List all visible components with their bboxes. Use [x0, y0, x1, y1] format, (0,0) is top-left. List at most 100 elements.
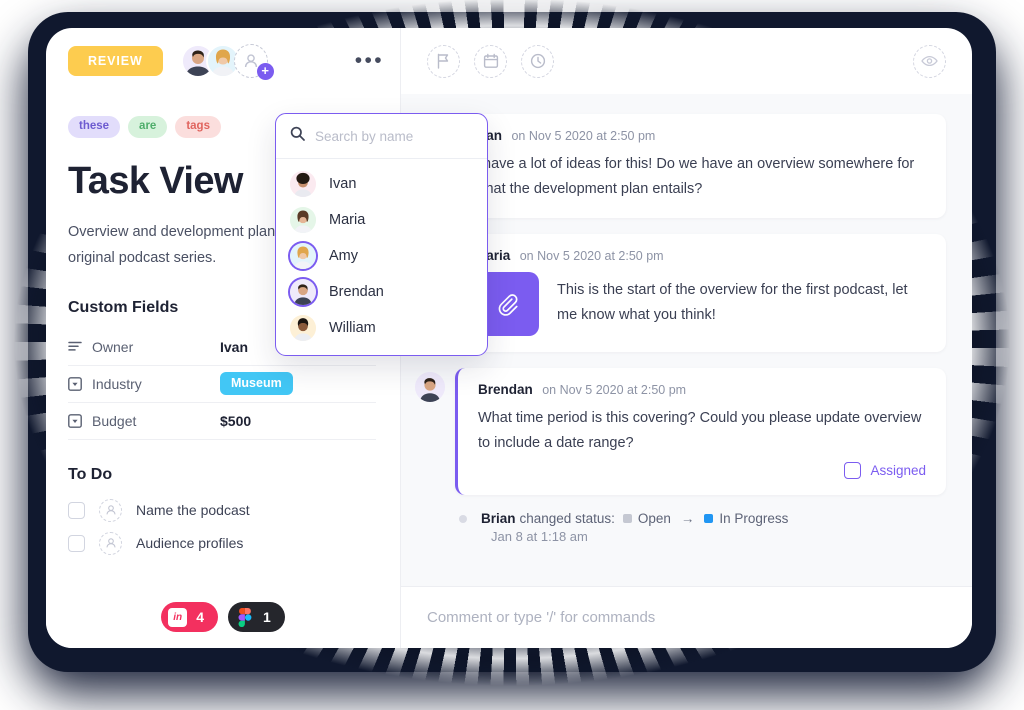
- todo-item[interactable]: Audience profiles: [68, 527, 376, 560]
- activity-dot-icon: [459, 514, 467, 523]
- person-outline-icon: [244, 54, 257, 68]
- dropdown-icon: [68, 413, 92, 428]
- activity-entry: Brian changed status: Open → In Progress…: [415, 511, 946, 544]
- assignee-option-ivan[interactable]: Ivan: [276, 166, 487, 202]
- comment-bubble: Maria on Nov 5 2020 at 2:50 pm This is t…: [455, 234, 946, 352]
- search-icon: [290, 126, 305, 146]
- comment-bubble: Ivan on Nov 5 2020 at 2:50 pm I have a l…: [455, 114, 946, 218]
- assigned-checkbox[interactable]: [844, 462, 862, 479]
- comment-item: Ivan on Nov 5 2020 at 2:50 pm I have a l…: [415, 114, 946, 218]
- activity-action: changed status:: [519, 511, 615, 526]
- comment-item: Maria on Nov 5 2020 at 2:50 pm This is t…: [415, 234, 946, 352]
- avatar-selected: [290, 243, 316, 269]
- assignee-option-maria[interactable]: Maria: [276, 202, 487, 238]
- list-icon: [68, 341, 92, 353]
- invision-icon: in: [168, 607, 188, 627]
- assignee-option-label: Ivan: [329, 176, 357, 192]
- todo-item[interactable]: Name the podcast: [68, 494, 376, 527]
- comment-composer: [400, 586, 972, 648]
- review-status-button[interactable]: REVIEW: [68, 45, 163, 77]
- invision-badge[interactable]: in 4: [161, 602, 218, 632]
- assignee-option-amy[interactable]: Amy: [276, 238, 487, 274]
- comment-attachment-row: This is the start of the overview for th…: [475, 272, 926, 336]
- industry-pill[interactable]: Museum: [220, 372, 293, 395]
- custom-field-value: Ivan: [220, 338, 249, 355]
- custom-field-label: Owner: [92, 338, 134, 355]
- activity-actor: Brian: [481, 511, 516, 526]
- assignee-option-list: Ivan Maria Amy Brendan William: [276, 159, 487, 355]
- custom-field-row-budget[interactable]: Budget $500: [68, 403, 376, 440]
- custom-field-label: Industry: [92, 375, 142, 392]
- top-bar-right: [400, 28, 972, 94]
- activity-from-status: Open: [637, 511, 671, 526]
- tag-chip[interactable]: are: [128, 116, 168, 138]
- assignee-option-brendan[interactable]: Brendan: [276, 274, 487, 310]
- assignee-option-william[interactable]: William: [276, 310, 487, 346]
- comment-header: Brendan on Nov 5 2020 at 2:50 pm: [478, 381, 926, 399]
- figma-badge[interactable]: 1: [228, 602, 285, 632]
- custom-field-label: Budget: [92, 412, 137, 429]
- avatar[interactable]: [415, 372, 445, 402]
- plus-icon: +: [256, 63, 274, 80]
- comment-item: Brendan on Nov 5 2020 at 2:50 pm What ti…: [415, 368, 946, 495]
- status-from-color: [622, 514, 632, 523]
- task-view-card: REVIEW + ••• these are tags Task View Ov…: [46, 28, 972, 648]
- custom-field-value: $500: [220, 412, 252, 429]
- dropdown-icon: [68, 376, 92, 391]
- assignee-avatar-stack: +: [180, 44, 274, 80]
- content-body: these are tags Task View Overview and de…: [46, 94, 972, 586]
- assignee-placeholder-icon[interactable]: [99, 498, 122, 522]
- assignee-placeholder-icon[interactable]: [99, 531, 122, 555]
- avatar-selected: [290, 279, 316, 305]
- flag-icon[interactable]: [427, 44, 460, 78]
- avatar: [290, 207, 316, 233]
- assignee-option-label: Amy: [329, 248, 358, 264]
- top-bar-left: REVIEW + •••: [46, 28, 400, 94]
- comment-timestamp: on Nov 5 2020 at 2:50 pm: [511, 129, 656, 143]
- invision-count: 4: [196, 609, 204, 625]
- todo-checkbox[interactable]: [68, 534, 85, 552]
- bottom-bar: in 4 1: [46, 586, 972, 648]
- comment-bubble-highlighted: Brendan on Nov 5 2020 at 2:50 pm What ti…: [455, 368, 946, 495]
- comment-header: Maria on Nov 5 2020 at 2:50 pm: [475, 247, 926, 265]
- comment-header: Ivan on Nov 5 2020 at 2:50 pm: [475, 127, 926, 145]
- status-change-line: Brian changed status: Open → In Progress: [455, 511, 946, 526]
- more-options-button[interactable]: •••: [355, 50, 384, 71]
- todo-checkbox[interactable]: [68, 501, 85, 519]
- todo-heading: To Do: [68, 465, 113, 483]
- activity-timestamp: Jan 8 at 1:18 am: [491, 529, 588, 544]
- status-to-color: [704, 514, 714, 523]
- comment-text: I have a lot of ideas for this! Do we ha…: [475, 156, 915, 197]
- tag-chip[interactable]: these: [68, 116, 121, 138]
- assigned-toggle-row[interactable]: Assigned: [478, 462, 926, 479]
- add-assignee-button[interactable]: +: [233, 44, 274, 80]
- figma-count: 1: [263, 609, 271, 625]
- assignee-option-label: William: [329, 320, 376, 336]
- top-bar: REVIEW + •••: [46, 28, 972, 94]
- clock-icon[interactable]: [521, 44, 554, 78]
- comment-input[interactable]: [427, 609, 918, 626]
- activity-to-status: In Progress: [719, 511, 789, 526]
- todo-label: Name the podcast: [136, 502, 250, 518]
- comment-text: What time period is this covering? Could…: [478, 410, 922, 451]
- comment-author: Brendan: [478, 382, 533, 397]
- avatar: [290, 315, 316, 341]
- assignee-option-label: Brendan: [329, 284, 384, 300]
- avatar: [290, 171, 316, 197]
- calendar-icon[interactable]: [474, 44, 507, 78]
- assigned-label: Assigned: [870, 463, 926, 478]
- comment-text: This is the start of the overview for th…: [557, 282, 908, 323]
- assignee-option-label: Maria: [329, 212, 366, 228]
- todo-label: Audience profiles: [136, 535, 244, 551]
- screenshot-stage: REVIEW + ••• these are tags Task View Ov…: [0, 0, 1024, 710]
- figma-icon: [235, 607, 254, 627]
- dropdown-search-row: [276, 114, 487, 159]
- comment-timestamp: on Nov 5 2020 at 2:50 pm: [542, 383, 687, 397]
- custom-field-row-industry[interactable]: Industry Museum: [68, 366, 376, 403]
- search-input[interactable]: [315, 128, 465, 144]
- integration-badges: in 4 1: [46, 586, 400, 648]
- assignee-dropdown: Ivan Maria Amy: [275, 113, 488, 356]
- comment-timestamp: on Nov 5 2020 at 2:50 pm: [519, 249, 664, 263]
- tag-chip[interactable]: tags: [175, 116, 221, 138]
- eye-icon[interactable]: [913, 44, 946, 78]
